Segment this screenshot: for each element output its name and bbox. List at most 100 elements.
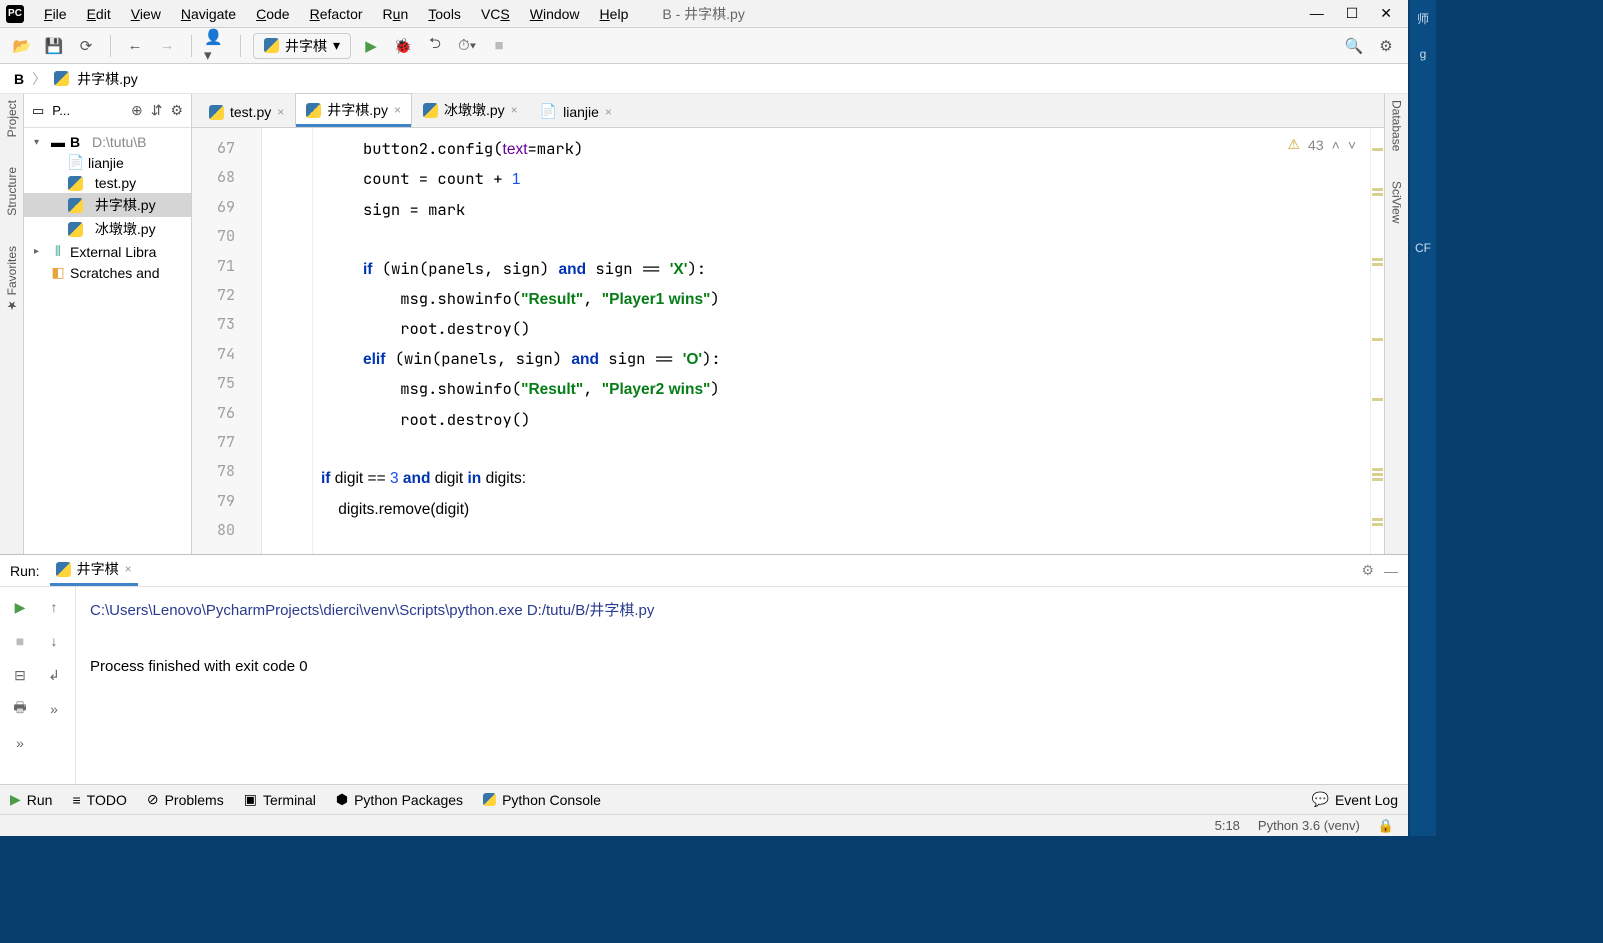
tree-file-lianjie[interactable]: 📄lianjie xyxy=(24,152,191,173)
taskbar-item[interactable]: g xyxy=(1420,47,1427,61)
tab-tictactoe[interactable]: 井字棋.py× xyxy=(295,93,412,127)
soft-wrap-icon[interactable]: ↲ xyxy=(40,661,68,689)
error-stripe[interactable] xyxy=(1370,128,1384,554)
stop-button[interactable]: ■ xyxy=(487,34,511,58)
menu-help[interactable]: Help xyxy=(590,4,639,24)
close-icon[interactable]: × xyxy=(394,103,401,117)
menu-tools[interactable]: Tools xyxy=(418,4,471,24)
minimize-panel-icon[interactable]: — xyxy=(1384,563,1398,579)
back-icon[interactable]: ← xyxy=(123,34,147,58)
python-icon xyxy=(264,38,279,53)
menu-vcs[interactable]: VCS xyxy=(471,4,520,24)
tree-file-bingdundun[interactable]: 冰墩墩.py xyxy=(24,217,191,241)
menu-run[interactable]: Run xyxy=(373,4,419,24)
taskbar-item[interactable]: CF xyxy=(1415,241,1431,255)
tab-test[interactable]: test.py× xyxy=(198,97,295,127)
close-button[interactable]: ✕ xyxy=(1380,5,1392,22)
more-icon[interactable]: » xyxy=(40,695,68,723)
structure-tool-button[interactable]: Structure xyxy=(5,167,19,216)
python-icon xyxy=(54,71,69,86)
menu-code[interactable]: Code xyxy=(246,4,299,24)
project-tree[interactable]: ▾▬ B D:\tutu\B 📄lianjie test.py 井字棋.py 冰… xyxy=(24,128,191,554)
run-tool-button[interactable]: ▶Run xyxy=(10,791,52,808)
os-taskbar[interactable]: 师 g CF xyxy=(1410,0,1436,836)
avatar-icon[interactable]: 👤▾ xyxy=(204,34,228,58)
tree-file-tictactoe[interactable]: 井字棋.py xyxy=(24,193,191,217)
database-tool-button[interactable]: Database xyxy=(1390,100,1404,151)
close-icon[interactable]: × xyxy=(511,103,518,117)
debug-button[interactable]: 🐞 xyxy=(391,34,415,58)
open-icon[interactable]: 📂 xyxy=(10,34,34,58)
menu-navigate[interactable]: Navigate xyxy=(171,4,246,24)
menu-window[interactable]: Window xyxy=(520,4,590,24)
lock-icon[interactable]: 🔒 xyxy=(1378,818,1394,834)
favorites-tool-button[interactable]: ★ Favorites xyxy=(5,246,19,313)
tree-file-test[interactable]: test.py xyxy=(24,173,191,193)
menu-view[interactable]: View xyxy=(121,4,171,24)
menu-edit[interactable]: Edit xyxy=(77,4,121,24)
coverage-icon[interactable]: ⮌ xyxy=(423,34,447,58)
console-cmd: C:\Users\Lenovo\PycharmProjects\dierci\v… xyxy=(90,597,1394,625)
python-console-button[interactable]: Python Console xyxy=(483,792,601,808)
scroll-up-icon[interactable]: ↑ xyxy=(40,593,68,621)
close-icon[interactable]: × xyxy=(125,562,132,576)
status-bar: 5:18 Python 3.6 (venv) 🔒 xyxy=(0,814,1408,836)
profile-icon[interactable]: ⏱▾ xyxy=(455,34,479,58)
forward-icon[interactable]: → xyxy=(155,34,179,58)
minimize-button[interactable]: — xyxy=(1310,5,1324,22)
code-content[interactable]: button2.config(text=mark) count = count … xyxy=(312,128,1370,554)
taskbar-item[interactable]: 师 xyxy=(1417,10,1429,27)
ide-window: PC File Edit View Navigate Code Refactor… xyxy=(0,0,1408,836)
stop-button[interactable]: ■ xyxy=(6,627,34,655)
window-title: B - 井字棋.py xyxy=(662,4,744,24)
tab-lianjie[interactable]: 📄lianjie× xyxy=(529,96,623,127)
rerun-button[interactable]: ▶ xyxy=(6,593,34,621)
chevron-down-icon[interactable]: ˅ xyxy=(1348,137,1356,153)
save-icon[interactable]: 💾 xyxy=(42,34,66,58)
close-icon[interactable]: × xyxy=(277,105,284,119)
inspection-widget[interactable]: ⚠ 43 ˄ ˅ xyxy=(1287,136,1356,153)
project-tool-button[interactable]: Project xyxy=(5,100,19,137)
maximize-button[interactable]: ☐ xyxy=(1346,5,1359,22)
breadcrumb-file[interactable]: 井字棋.py xyxy=(77,69,138,89)
event-log-button[interactable]: 💬Event Log xyxy=(1312,791,1399,808)
close-icon[interactable]: × xyxy=(605,105,612,119)
settings-icon[interactable]: ⚙ xyxy=(1374,34,1398,58)
breadcrumb-root[interactable]: B xyxy=(14,71,24,87)
gear-icon[interactable]: ⚙ xyxy=(170,102,183,119)
terminal-tool-button[interactable]: ▣Terminal xyxy=(244,791,316,808)
print-icon[interactable]: 🖶 xyxy=(6,695,34,723)
run-config-name: 井字棋 xyxy=(285,36,327,56)
more-icon-2[interactable]: » xyxy=(6,729,34,757)
problems-tool-button[interactable]: ⊘Problems xyxy=(147,791,224,808)
interpreter-label[interactable]: Python 3.6 (venv) xyxy=(1258,818,1360,833)
gear-icon[interactable]: ⚙ xyxy=(1361,562,1374,579)
menu-refactor[interactable]: Refactor xyxy=(300,4,373,24)
target-icon[interactable]: ⊕ xyxy=(131,102,143,119)
editor-tabs: test.py× 井字棋.py× 冰墩墩.py× 📄lianjie× xyxy=(192,94,1384,128)
run-tab[interactable]: 井字棋 × xyxy=(50,555,138,586)
python-packages-button[interactable]: ⬢Python Packages xyxy=(336,791,463,808)
console-output[interactable]: C:\Users\Lenovo\PycharmProjects\dierci\v… xyxy=(76,587,1408,784)
tab-bingdundun[interactable]: 冰墩墩.py× xyxy=(412,93,529,127)
right-tool-strip: Database SciView xyxy=(1384,94,1408,554)
tree-external-libs[interactable]: ▸⫴External Libra xyxy=(24,241,191,262)
project-label[interactable]: P... xyxy=(52,103,70,118)
chevron-up-icon[interactable]: ˄ xyxy=(1332,137,1340,153)
run-button[interactable]: ▶ xyxy=(359,34,383,58)
line-gutter[interactable]: 6768697071727374757677787980 xyxy=(192,128,262,554)
code-editor[interactable]: 6768697071727374757677787980 button2.con… xyxy=(192,128,1384,554)
tree-scratches[interactable]: ◧Scratches and xyxy=(24,262,191,283)
run-config-selector[interactable]: 井字棋 ▾ xyxy=(253,33,351,59)
collapse-icon[interactable]: ⇵ xyxy=(151,102,163,119)
refresh-icon[interactable]: ⟳ xyxy=(74,34,98,58)
run-panel: Run: 井字棋 × ⚙ — ▶ ↑ ■ ↓ ⊟ ↲ 🖶 » » xyxy=(0,554,1408,784)
sciview-tool-button[interactable]: SciView xyxy=(1390,181,1404,223)
tree-root[interactable]: ▾▬ B D:\tutu\B xyxy=(24,132,191,152)
caret-position[interactable]: 5:18 xyxy=(1215,818,1240,833)
menu-file[interactable]: File xyxy=(34,4,77,24)
search-icon[interactable]: 🔍 xyxy=(1342,34,1366,58)
scroll-down-icon[interactable]: ↓ xyxy=(40,627,68,655)
layout-icon[interactable]: ⊟ xyxy=(6,661,34,689)
todo-tool-button[interactable]: ≡TODO xyxy=(72,792,126,808)
